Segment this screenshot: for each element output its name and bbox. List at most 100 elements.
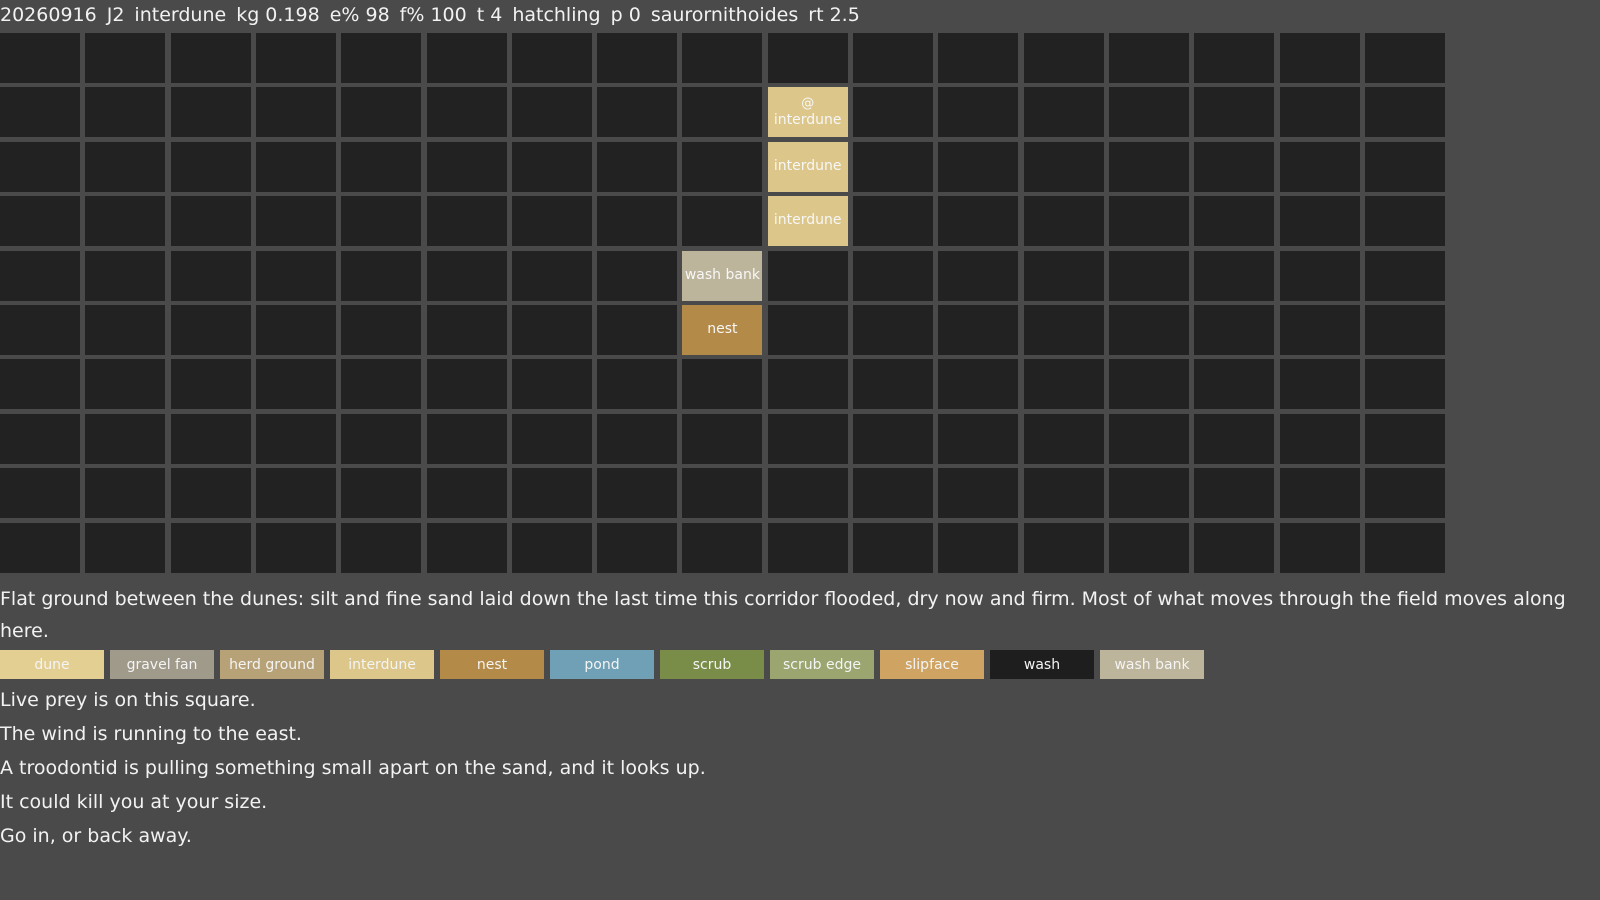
map-cell-unexplored[interactable] xyxy=(1108,196,1189,247)
map-cell-unexplored[interactable] xyxy=(255,413,336,464)
map-cell-unexplored[interactable] xyxy=(1364,468,1445,519)
map-cell-unexplored[interactable] xyxy=(170,250,251,301)
map-cell-unexplored[interactable] xyxy=(255,468,336,519)
map-cell-unexplored[interactable] xyxy=(1194,305,1275,355)
map-cell-unexplored[interactable] xyxy=(1194,250,1275,301)
map-cell-unexplored[interactable] xyxy=(682,87,763,138)
map-cell-unexplored[interactable] xyxy=(85,522,166,573)
map-cell-unexplored[interactable] xyxy=(1194,87,1275,138)
map-cell-unexplored[interactable] xyxy=(1364,141,1445,192)
map-cell-unexplored[interactable] xyxy=(1023,522,1104,573)
map-cell-unexplored[interactable] xyxy=(426,468,507,519)
map-cell-unexplored[interactable] xyxy=(426,141,507,192)
map-cell-unexplored[interactable] xyxy=(682,413,763,464)
map-cell-unexplored[interactable] xyxy=(0,196,80,247)
map-cell-unexplored[interactable] xyxy=(0,359,80,410)
map-cell-unexplored[interactable] xyxy=(511,359,592,410)
map-cell-unexplored[interactable] xyxy=(1194,468,1275,519)
map-cell-unexplored[interactable] xyxy=(511,33,592,83)
map-cell-unexplored[interactable] xyxy=(853,250,933,301)
map-cell-unexplored[interactable] xyxy=(597,33,678,83)
map-cell-unexplored[interactable] xyxy=(682,196,763,247)
map-cell-unexplored[interactable] xyxy=(1194,196,1275,247)
map-cell-unexplored[interactable] xyxy=(426,359,507,410)
map-cell-unexplored[interactable] xyxy=(1279,87,1360,138)
map-cell-unexplored[interactable] xyxy=(170,87,251,138)
map-cell-unexplored[interactable] xyxy=(767,250,848,301)
map-cell-unexplored[interactable] xyxy=(853,33,933,83)
map-cell-unexplored[interactable] xyxy=(1108,250,1189,301)
map-cell-unexplored[interactable] xyxy=(767,468,848,519)
map-cell-unexplored[interactable] xyxy=(1364,250,1445,301)
map-cell-unexplored[interactable] xyxy=(682,33,763,83)
map-cell-unexplored[interactable] xyxy=(170,413,251,464)
map-cell-unexplored[interactable] xyxy=(426,87,507,138)
map-cell-unexplored[interactable] xyxy=(0,413,80,464)
map-cell-unexplored[interactable] xyxy=(1279,33,1360,83)
map-cell-wash-bank[interactable]: wash bank xyxy=(682,250,763,301)
map-cell-unexplored[interactable] xyxy=(1194,522,1275,573)
map-cell-unexplored[interactable] xyxy=(511,413,592,464)
map-cell-unexplored[interactable] xyxy=(1194,33,1275,83)
map-cell-unexplored[interactable] xyxy=(0,33,80,83)
map-cell-unexplored[interactable] xyxy=(938,522,1019,573)
map-cell-unexplored[interactable] xyxy=(1279,196,1360,247)
map-cell-unexplored[interactable] xyxy=(597,250,678,301)
map-cell-unexplored[interactable] xyxy=(341,468,422,519)
map-cell-unexplored[interactable] xyxy=(1108,413,1189,464)
map-cell-interdune[interactable]: @ interdune xyxy=(767,87,848,138)
map-cell-unexplored[interactable] xyxy=(1023,413,1104,464)
map-cell-unexplored[interactable] xyxy=(1279,141,1360,192)
map-cell-unexplored[interactable] xyxy=(1279,468,1360,519)
map-cell-unexplored[interactable] xyxy=(682,468,763,519)
map-cell-unexplored[interactable] xyxy=(255,141,336,192)
map-cell-unexplored[interactable] xyxy=(1279,250,1360,301)
map-cell-unexplored[interactable] xyxy=(85,87,166,138)
map-cell-unexplored[interactable] xyxy=(0,250,80,301)
map-cell-unexplored[interactable] xyxy=(682,522,763,573)
map-cell-unexplored[interactable] xyxy=(1364,196,1445,247)
map-cell-unexplored[interactable] xyxy=(511,468,592,519)
map-cell-unexplored[interactable] xyxy=(0,468,80,519)
map-cell-unexplored[interactable] xyxy=(1108,468,1189,519)
map-cell-unexplored[interactable] xyxy=(170,196,251,247)
map-cell-unexplored[interactable] xyxy=(767,305,848,355)
map-cell-unexplored[interactable] xyxy=(341,522,422,573)
map-cell-unexplored[interactable] xyxy=(170,522,251,573)
map-cell-unexplored[interactable] xyxy=(1279,522,1360,573)
map-cell-unexplored[interactable] xyxy=(853,196,933,247)
map-cell-unexplored[interactable] xyxy=(1023,359,1104,410)
map-cell-unexplored[interactable] xyxy=(1023,305,1104,355)
map-cell-unexplored[interactable] xyxy=(170,305,251,355)
map-cell-unexplored[interactable] xyxy=(1279,305,1360,355)
map-cell-unexplored[interactable] xyxy=(938,196,1019,247)
map-cell-unexplored[interactable] xyxy=(170,141,251,192)
map-cell-unexplored[interactable] xyxy=(170,468,251,519)
map-cell-unexplored[interactable] xyxy=(1364,359,1445,410)
map-cell-unexplored[interactable] xyxy=(1023,196,1104,247)
map-cell-unexplored[interactable] xyxy=(1108,141,1189,192)
map-cell-unexplored[interactable] xyxy=(341,87,422,138)
map-cell-unexplored[interactable] xyxy=(85,359,166,410)
map-cell-unexplored[interactable] xyxy=(1023,141,1104,192)
map-cell-unexplored[interactable] xyxy=(1108,522,1189,573)
map-cell-unexplored[interactable] xyxy=(85,196,166,247)
map-cell-unexplored[interactable] xyxy=(511,141,592,192)
map-cell-unexplored[interactable] xyxy=(255,33,336,83)
map-cell-unexplored[interactable] xyxy=(938,141,1019,192)
map-cell-unexplored[interactable] xyxy=(511,522,592,573)
map-cell-unexplored[interactable] xyxy=(255,196,336,247)
map-cell-unexplored[interactable] xyxy=(1194,359,1275,410)
map-cell-unexplored[interactable] xyxy=(255,305,336,355)
map-cell-unexplored[interactable] xyxy=(341,413,422,464)
map-cell-unexplored[interactable] xyxy=(597,87,678,138)
map-cell-unexplored[interactable] xyxy=(0,522,80,573)
map-cell-unexplored[interactable] xyxy=(597,359,678,410)
map-cell-unexplored[interactable] xyxy=(0,305,80,355)
map-cell-unexplored[interactable] xyxy=(1194,141,1275,192)
map-cell-unexplored[interactable] xyxy=(255,87,336,138)
map-cell-unexplored[interactable] xyxy=(938,87,1019,138)
map-cell-unexplored[interactable] xyxy=(426,196,507,247)
map-cell-unexplored[interactable] xyxy=(853,87,933,138)
map-cell-unexplored[interactable] xyxy=(511,87,592,138)
